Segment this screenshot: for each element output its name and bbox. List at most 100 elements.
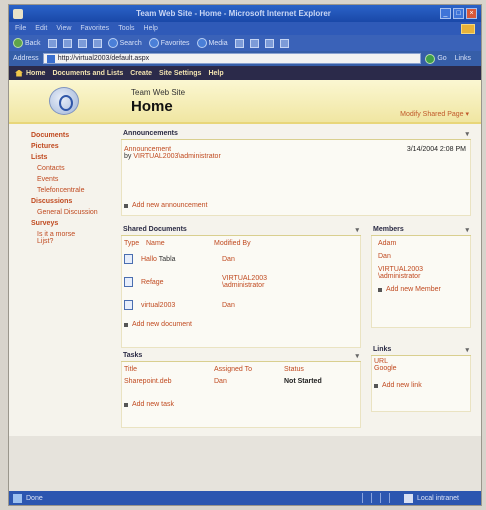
menu-file[interactable]: File xyxy=(15,25,26,32)
status-pane xyxy=(379,493,388,503)
nav-site-settings[interactable]: Site Settings xyxy=(159,70,201,77)
close-button[interactable]: × xyxy=(466,8,477,19)
shared-documents-title[interactable]: Shared Documents xyxy=(123,226,187,233)
links-webpart: Links ▾ URL Google Add new link xyxy=(371,344,471,412)
back-button[interactable]: Back xyxy=(13,38,41,48)
search-button[interactable]: Search xyxy=(107,38,142,48)
print-icon[interactable] xyxy=(264,38,274,48)
column-status[interactable]: Status xyxy=(284,366,304,373)
webpart-menu-icon[interactable]: ▾ xyxy=(465,226,469,234)
go-button[interactable]: Go xyxy=(425,53,447,64)
shared-documents-body: Type Name Modified By Hallo Tabla Dan Re… xyxy=(121,236,361,348)
document-modified-by[interactable]: VIRTUAL2003 \administrator xyxy=(222,275,292,289)
announcement-author[interactable]: VIRTUAL2003\administrator xyxy=(133,153,220,160)
tasks-title[interactable]: Tasks xyxy=(123,352,142,359)
status-panes: Local intranet xyxy=(361,493,477,503)
menu-edit[interactable]: Edit xyxy=(35,25,47,32)
webpart-menu-icon[interactable]: ▾ xyxy=(465,130,469,138)
quick-survey-item-cont[interactable]: Lijst? xyxy=(31,238,117,245)
bullet-icon xyxy=(124,203,128,208)
announcement-date: 3/14/2004 2:08 PM xyxy=(406,146,466,153)
add-document-link[interactable]: Add new document xyxy=(124,321,358,328)
member-item[interactable]: Dan xyxy=(378,253,464,260)
word-document-icon xyxy=(124,254,133,264)
address-input[interactable]: http://virtual2003/default.aspx xyxy=(42,53,422,64)
task-assigned-to[interactable]: Dan xyxy=(214,378,284,385)
nav-create[interactable]: Create xyxy=(130,70,152,77)
home-icon[interactable] xyxy=(92,38,102,48)
document-name[interactable]: Refage xyxy=(141,279,222,286)
quick-general-discussion[interactable]: General Discussion xyxy=(31,209,117,216)
mail-icon[interactable] xyxy=(249,38,259,48)
column-title[interactable]: Title xyxy=(124,366,214,373)
status-pane xyxy=(388,493,397,503)
tasks-webpart: Tasks ▾ Title Assigned To Status Sharepo… xyxy=(121,350,361,428)
members-title[interactable]: Members xyxy=(373,226,404,233)
favorites-button[interactable]: Favorites xyxy=(148,38,190,48)
stop-icon[interactable] xyxy=(62,38,72,48)
add-link-link[interactable]: Add new link xyxy=(374,382,468,389)
back-arrow-icon xyxy=(13,38,23,48)
quick-discussions[interactable]: Discussions xyxy=(31,198,117,205)
menu-view[interactable]: View xyxy=(56,25,71,32)
webpart-menu-icon[interactable]: ▾ xyxy=(355,352,359,360)
quick-telefoncentrale[interactable]: Telefoncentrale xyxy=(31,187,117,194)
add-announcement-link[interactable]: Add new announcement xyxy=(124,202,208,209)
members-header: Members ▾ xyxy=(371,224,471,236)
favorites-icon xyxy=(148,38,159,48)
forward-icon[interactable] xyxy=(47,38,57,48)
announcement-title[interactable]: Announcement xyxy=(124,146,221,153)
quick-contacts[interactable]: Contacts xyxy=(31,165,117,172)
quick-lists[interactable]: Lists xyxy=(31,154,117,161)
maximize-button[interactable]: □ xyxy=(453,8,464,19)
announcements-title[interactable]: Announcements xyxy=(123,130,178,137)
quick-documents[interactable]: Documents xyxy=(31,132,117,139)
announcements-webpart: Announcements ▾ Announcement by VIRTUAL2… xyxy=(121,128,471,216)
quick-pictures[interactable]: Pictures xyxy=(31,143,117,150)
links-button[interactable]: Links xyxy=(455,55,471,62)
member-item[interactable]: Adam xyxy=(378,240,464,247)
webpart-menu-icon[interactable]: ▾ xyxy=(355,226,359,234)
column-modified-by[interactable]: Modified By xyxy=(214,240,251,247)
edit-icon[interactable] xyxy=(279,38,289,48)
nav-help[interactable]: Help xyxy=(208,70,223,77)
nav-home[interactable]: Home xyxy=(26,70,45,77)
document-name[interactable]: virtual2003 xyxy=(141,302,222,309)
quick-surveys[interactable]: Surveys xyxy=(31,220,117,227)
search-label: Search xyxy=(119,39,142,47)
site-logo-icon xyxy=(49,87,79,115)
history-icon[interactable] xyxy=(234,38,244,48)
add-task-link[interactable]: Add new task xyxy=(124,401,358,408)
member-item[interactable]: VIRTUAL2003 \administrator xyxy=(378,266,464,280)
links-body: URL Google Add new link xyxy=(371,356,471,412)
announcement-by-prefix: by xyxy=(124,153,132,160)
quick-events[interactable]: Events xyxy=(31,176,117,183)
tasks-column-headers: Title Assigned To Status xyxy=(124,364,358,375)
document-modified-by[interactable]: Dan xyxy=(222,256,235,263)
link-item[interactable]: URL xyxy=(374,358,468,365)
task-title[interactable]: Sharepoint.deb xyxy=(124,378,214,385)
modify-shared-page-link[interactable]: Modify Shared Page ▾ xyxy=(400,110,469,118)
ie-icon xyxy=(13,8,23,19)
add-document-label: Add new document xyxy=(132,321,192,328)
add-member-link[interactable]: Add new Member xyxy=(378,286,464,293)
nav-documents-and-lists[interactable]: Documents and Lists xyxy=(52,70,123,77)
column-name[interactable]: Name xyxy=(146,240,214,247)
document-name[interactable]: Hallo xyxy=(141,256,157,263)
column-type[interactable]: Type xyxy=(124,240,146,247)
webpart-menu-icon[interactable]: ▾ xyxy=(465,346,469,354)
word-document-icon xyxy=(124,300,133,310)
refresh-icon[interactable] xyxy=(77,38,87,48)
minimize-button[interactable]: _ xyxy=(440,8,451,19)
menu-tools[interactable]: Tools xyxy=(118,25,134,32)
document-modified-by[interactable]: Dan xyxy=(222,302,235,309)
menu-help[interactable]: Help xyxy=(144,25,158,32)
menu-favorites[interactable]: Favorites xyxy=(80,25,109,32)
media-button[interactable]: Media xyxy=(196,38,228,48)
document-row: Hallo Tabla Dan xyxy=(124,249,358,269)
link-item[interactable]: Google xyxy=(374,365,468,372)
site-header: Team Web Site Home Modify Shared Page ▾ xyxy=(9,80,481,124)
column-assigned-to[interactable]: Assigned To xyxy=(214,366,284,373)
quick-survey-item[interactable]: Is it a morse xyxy=(31,231,117,238)
links-title[interactable]: Links xyxy=(373,346,391,353)
